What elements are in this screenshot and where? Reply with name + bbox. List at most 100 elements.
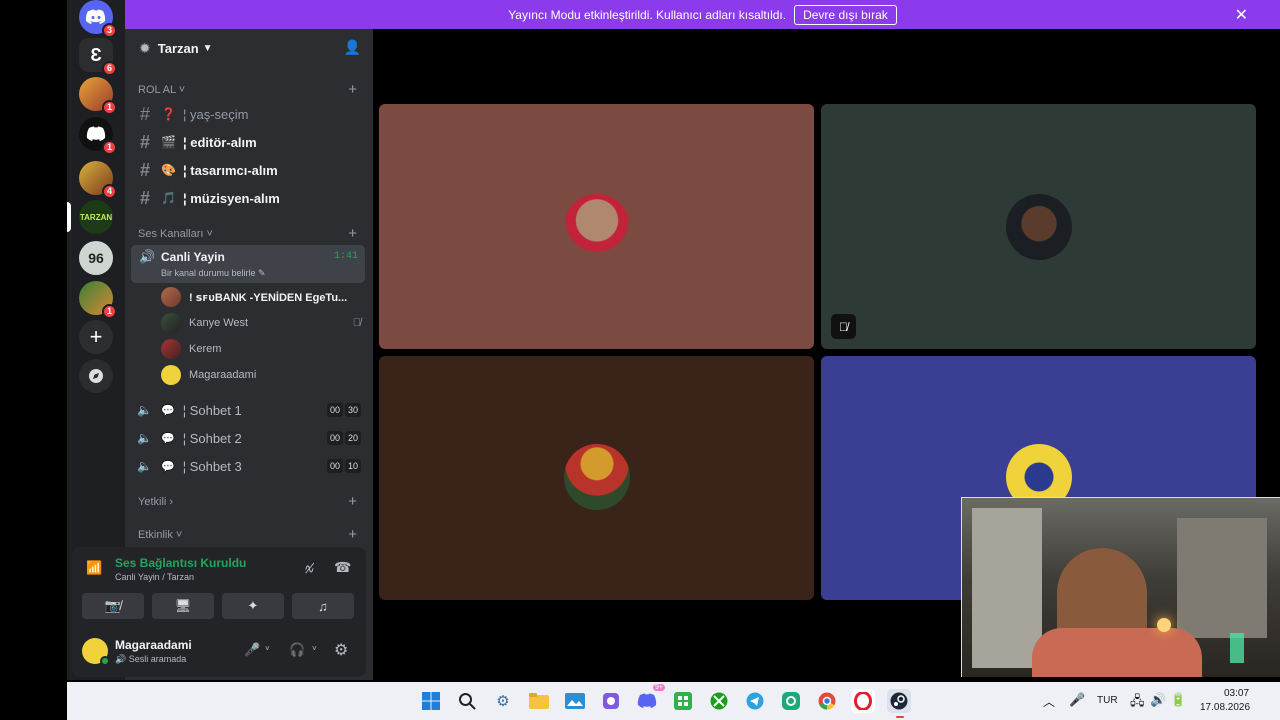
add-member-icon[interactable]: 👤: [344, 39, 361, 56]
network-icon[interactable]: 🖧: [1130, 692, 1145, 714]
server-icon-96[interactable]: 96: [79, 241, 113, 275]
e-logo-icon: Ɛ: [90, 44, 102, 65]
file-explorer-icon[interactable]: [527, 689, 551, 713]
server-icon-avatar-1[interactable]: 1: [79, 77, 117, 115]
headphones-icon[interactable]: 🎧: [289, 642, 305, 658]
settings-gear-icon[interactable]: ⚙: [334, 640, 348, 660]
microphone-icon[interactable]: 🎤: [244, 642, 260, 658]
copilot-icon[interactable]: [599, 689, 623, 713]
activities-icon: ✦: [247, 598, 259, 613]
add-channel-icon[interactable]: +: [348, 493, 357, 510]
voice-channel-sohbet-3[interactable]: 🔈 💬 ¦ Sohbet 3 00 10: [137, 453, 361, 479]
lighter-flame: [1157, 618, 1171, 632]
add-channel-icon[interactable]: +: [348, 81, 357, 98]
background-shelf: [972, 508, 1042, 668]
close-icon[interactable]: ✕: [1235, 5, 1248, 25]
steam-icon[interactable]: [887, 689, 911, 713]
screen-share-button[interactable]: 🖥: [152, 593, 214, 619]
opera-icon[interactable]: [851, 689, 875, 713]
windows-start-icon[interactable]: [419, 689, 443, 713]
voice-channel-sohbet-2[interactable]: 🔈 💬 ¦ Sohbet 2 00 20: [137, 425, 361, 451]
add-server-icon[interactable]: +: [79, 320, 113, 354]
voice-channel-canli-yayin[interactable]: 🔊 Canli Yayin Bir kanal durumu belirle ✎…: [131, 245, 365, 283]
language-indicator[interactable]: TUR: [1097, 695, 1118, 706]
category-etkinlik[interactable]: Etkinlik ˅: [138, 529, 182, 541]
search-icon[interactable]: [455, 689, 479, 713]
disconnect-icon[interactable]: ☎: [334, 559, 351, 576]
activities-button[interactable]: ✦: [222, 593, 284, 619]
server-icon-discord-dark[interactable]: 1: [79, 117, 117, 155]
microphone-icon[interactable]: 🎤: [1069, 692, 1085, 708]
speaker-live-icon: 🔊: [139, 249, 156, 264]
notification-badge: 3: [102, 23, 117, 38]
text-channel-editor-alim[interactable]: # 🎬 ¦ editör-alım: [137, 129, 257, 155]
volume-icon[interactable]: 🔊: [1150, 692, 1166, 708]
disable-streamer-mode-button[interactable]: Devre dışı bırak: [794, 4, 897, 25]
chevron-down-icon[interactable]: ˅: [265, 644, 270, 653]
category-ses-kanallari[interactable]: Ses Kanalları ˅: [138, 228, 213, 240]
telegram-icon[interactable]: [743, 689, 767, 713]
discord-logo-icon: [86, 9, 106, 24]
explore-compass-icon[interactable]: [79, 359, 113, 393]
voice-member[interactable]: Kanye West 🎙̸: [161, 311, 361, 335]
video-tile-participant-1[interactable]: [379, 104, 814, 349]
server-header[interactable]: ✹ Tarzan ▼ 👤: [125, 29, 373, 68]
user-count: 00 10: [326, 459, 361, 473]
text-channel-yas-secim[interactable]: # ❓ ¦ yaş-seçim: [137, 101, 249, 127]
server-icon-e[interactable]: Ɛ 6: [79, 38, 117, 76]
settings-gear-icon[interactable]: ⚙: [491, 689, 515, 713]
server-icon-avatar-2[interactable]: 4: [79, 161, 117, 199]
discord-taskbar-icon[interactable]: 9+: [635, 684, 665, 713]
clapper-emoji-icon: 🎬: [161, 135, 176, 149]
chevron-down-icon[interactable]: ˅: [312, 644, 317, 653]
add-channel-icon[interactable]: +: [348, 526, 357, 543]
photos-icon[interactable]: [563, 689, 587, 713]
hash-icon: #: [139, 131, 150, 152]
voice-member[interactable]: Magaraadami: [161, 363, 256, 387]
clock-time[interactable]: 03:07: [1224, 688, 1249, 699]
server-icon-tarzan[interactable]: TARZAN: [67, 200, 113, 234]
connection-channel[interactable]: Canli Yayin / Tarzan: [115, 572, 194, 582]
avatar: [161, 287, 181, 307]
discord-logo-icon: [86, 126, 106, 141]
chatgpt-icon[interactable]: [779, 689, 803, 713]
notification-badge: 1: [102, 304, 117, 319]
clock-date[interactable]: 17.08.2026: [1200, 702, 1250, 713]
channel-name: ¦ yaş-seçim: [183, 106, 249, 122]
video-tile-kanye-west[interactable]: 🎙̸: [821, 104, 1256, 349]
connection-status: Ses Bağlantısı Kuruldu: [115, 556, 247, 570]
add-channel-icon[interactable]: +: [348, 225, 357, 242]
soundboard-button[interactable]: ♫: [292, 593, 354, 619]
app-green-icon[interactable]: [671, 689, 695, 713]
notification-badge: 1: [102, 100, 117, 115]
text-channel-muzisyen-alim[interactable]: # 🎵 ¦ müzisyen-alım: [137, 185, 280, 211]
discord-home-icon[interactable]: 3: [79, 0, 117, 38]
speech-bubble-icon: 💬: [161, 460, 175, 473]
server-icon-avatar-3[interactable]: 1: [79, 281, 117, 319]
voice-member[interactable]: Kerem: [161, 337, 221, 361]
noise-suppression-icon[interactable]: ∿̸: [304, 561, 315, 577]
muted-mic-icon: 🎙̸: [352, 317, 361, 329]
chevron-up-icon[interactable]: ︿: [1043, 693, 1055, 710]
channel-name: Canli Yayin: [161, 250, 225, 264]
channel-name: ¦ müzisyen-alım: [183, 190, 280, 206]
background-wall: [1177, 518, 1267, 638]
category-yetkili[interactable]: Yetkili ›: [138, 496, 173, 508]
voice-channel-sohbet-1[interactable]: 🔈 💬 ¦ Sohbet 1 00 30: [137, 397, 361, 423]
battery-icon[interactable]: 🔋: [1170, 692, 1186, 708]
text-channel-tasarimci-alim[interactable]: # 🎨 ¦ tasarımcı-alım: [137, 157, 278, 183]
avatar: [161, 313, 181, 333]
channel-status[interactable]: Bir kanal durumu belirle ✎: [161, 268, 266, 279]
voice-connection-panel: 📶 Ses Bağlantısı Kuruldu Canli Yayin / T…: [72, 547, 366, 625]
tarzan-logo-icon: TARZAN: [79, 212, 113, 222]
video-tile-kerem[interactable]: [379, 356, 814, 600]
xbox-icon[interactable]: [707, 689, 731, 713]
banner-text: Yayıncı Modu etkinleştirildi. Kullanıcı …: [508, 7, 787, 22]
camera-off-button[interactable]: 📷̸: [82, 593, 144, 619]
chrome-icon[interactable]: [815, 689, 839, 713]
voice-icon: 🔊: [115, 654, 127, 664]
voice-member[interactable]: ! ꜱꜰᴜBANK -YENİDEN EgeTu...: [161, 285, 347, 309]
hash-icon: #: [139, 159, 150, 180]
category-rol-al[interactable]: ROL AL ˅: [138, 84, 185, 96]
screen-share-icon: 🖥: [174, 598, 192, 613]
